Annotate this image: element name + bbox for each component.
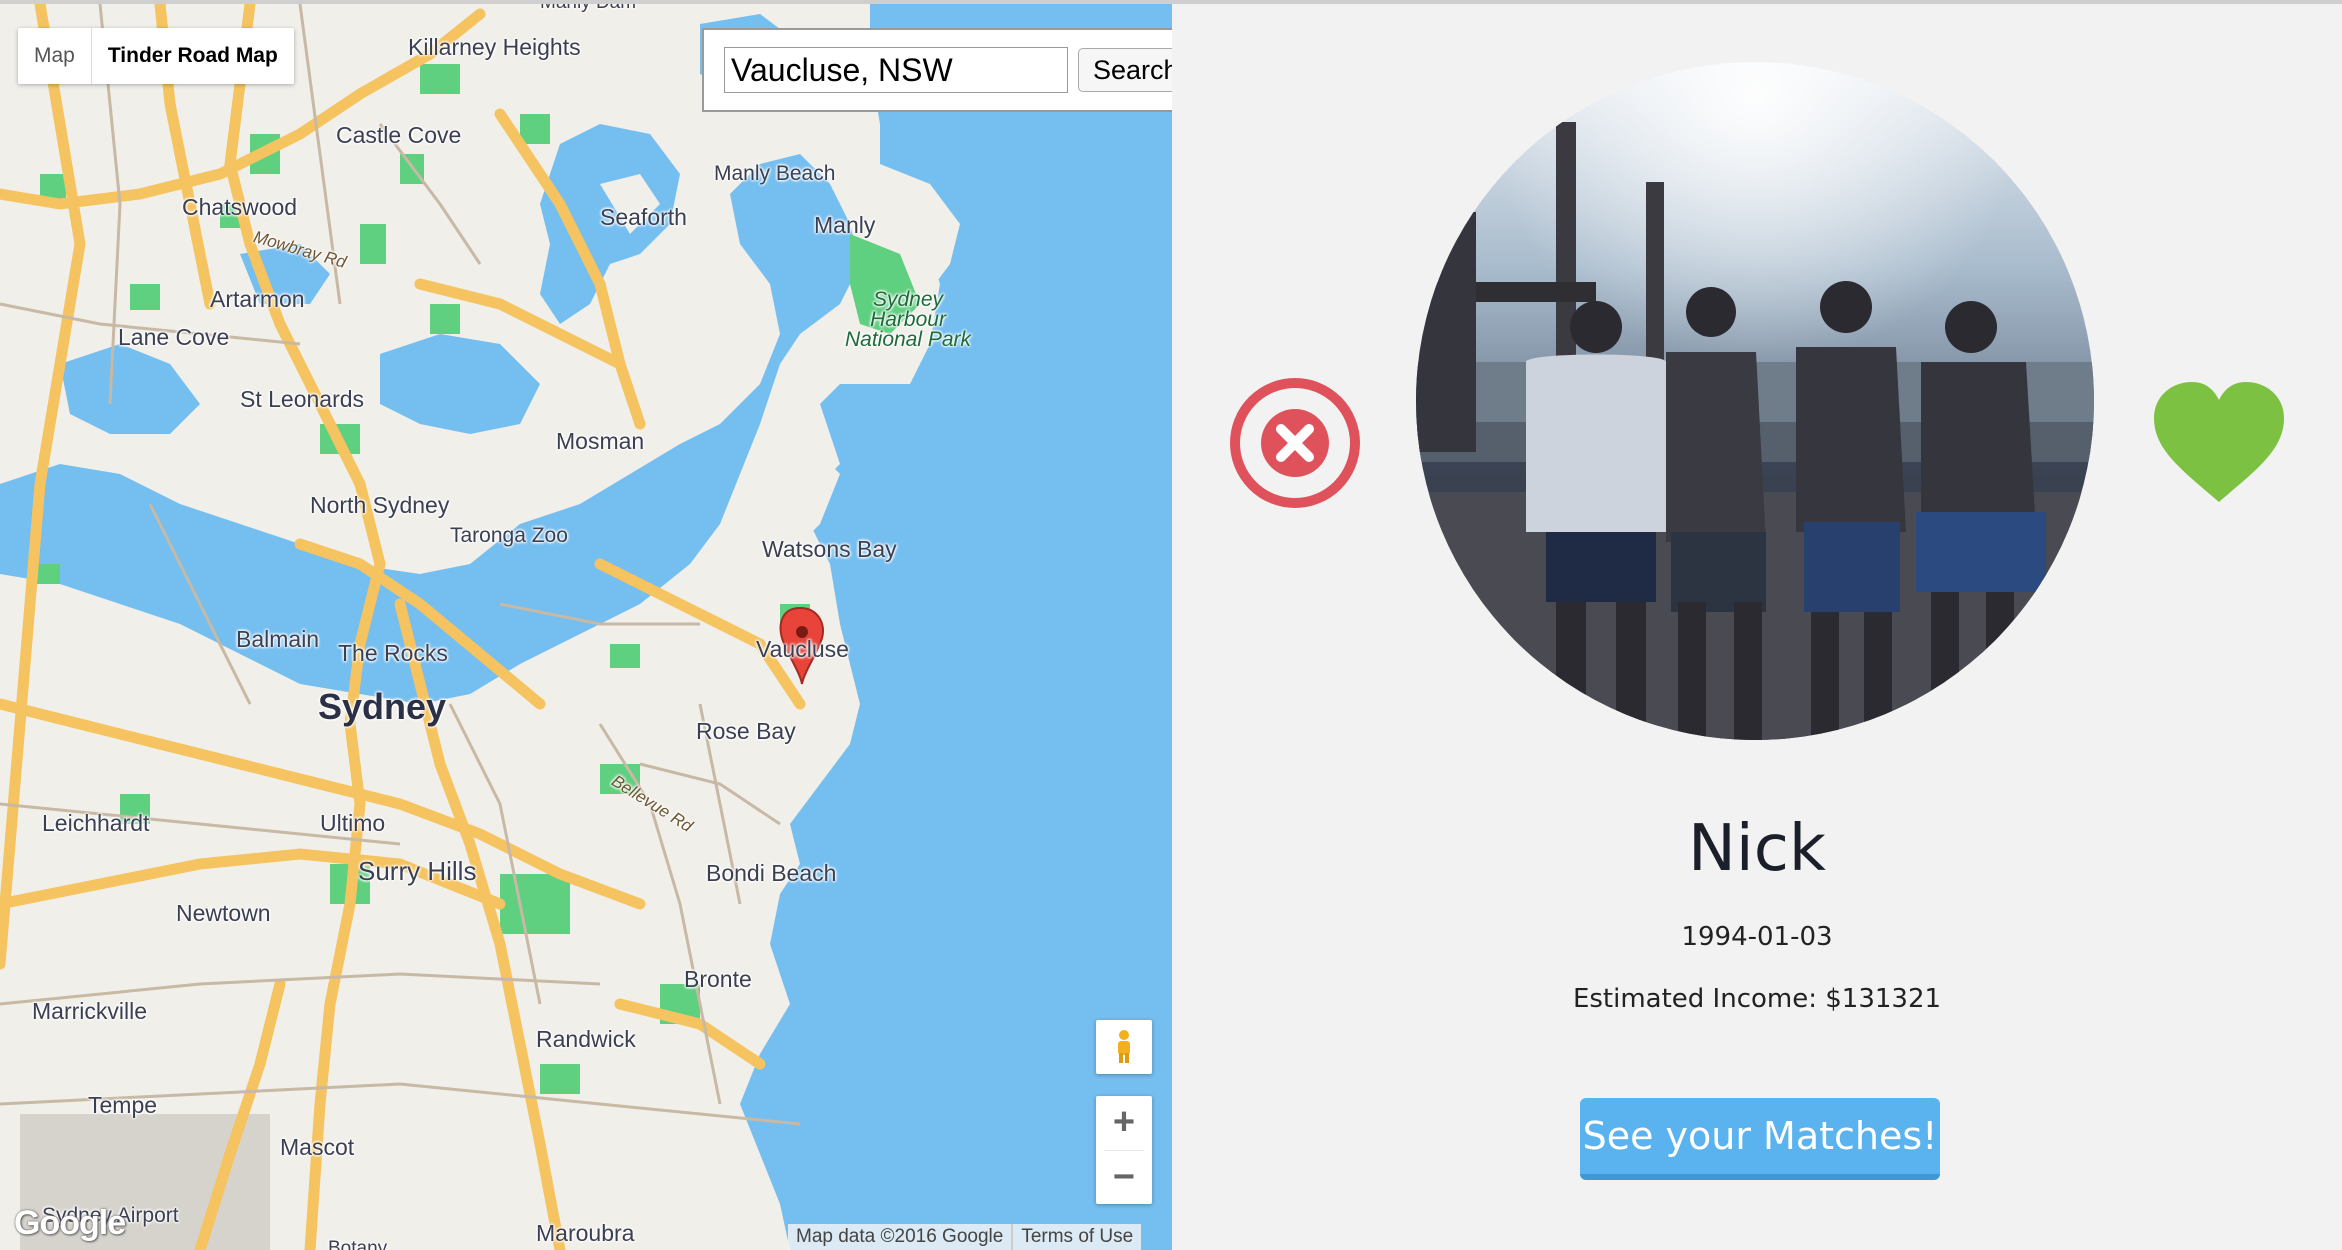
map-label-leichhardt: Leichhardt (42, 810, 150, 836)
map-label-randwick: Randwick (536, 1026, 636, 1052)
zoom-out-button[interactable]: − (1096, 1151, 1152, 1205)
street-view-pegman-icon[interactable] (1096, 1020, 1152, 1074)
map-label-sydney-harbour-np: Sydney Harbour National Park (844, 288, 972, 351)
map-label-lane-cove: Lane Cove (118, 324, 230, 350)
google-logo: Google (14, 1204, 126, 1242)
map-label-ultimo: Ultimo (320, 810, 386, 836)
map-label-bondi-beach: Bondi Beach (706, 860, 837, 886)
reject-button[interactable] (1230, 378, 1360, 508)
map-label-botany: Botany (328, 1238, 388, 1250)
map-label-taronga-zoo: Taronga Zoo (450, 524, 568, 547)
map-label-chatswood: Chatswood (182, 194, 298, 220)
map-label-castle-cove: Castle Cove (336, 122, 462, 148)
map-label-manly-beach: Manly Beach (714, 162, 836, 185)
map-label-balmain: Balmain (236, 626, 320, 652)
map-label-seaforth: Seaforth (600, 204, 687, 230)
map-label-mascot: Mascot (280, 1134, 355, 1160)
profile-photo (1416, 62, 2094, 740)
map-label-sydney: Sydney (318, 686, 447, 727)
map-label-surry-hills: Surry Hills (358, 856, 477, 886)
profile-pane: Nick 1994-01-03 Estimated Income: $13132… (1172, 4, 2342, 1250)
map-label-killarney: Killarney Heights (408, 34, 581, 60)
map-type-tinder-option[interactable]: Tinder Road Map (90, 28, 294, 84)
profile-dob: 1994-01-03 (1681, 922, 1833, 952)
map-attribution: Map data ©2016 Google Terms of Use (788, 1224, 1142, 1250)
see-matches-button[interactable]: See your Matches! (1580, 1098, 1940, 1180)
location-search-input[interactable] (724, 47, 1068, 93)
map-pane[interactable]: Killarney Heights Castle Cove Chatswood … (0, 4, 1172, 1250)
terms-of-use-link[interactable]: Terms of Use (1013, 1224, 1142, 1250)
map-label-mosman: Mosman (556, 428, 645, 454)
search-button[interactable]: Search (1078, 48, 1172, 92)
map-data-attribution: Map data ©2016 Google (788, 1224, 1012, 1250)
map-label-tempe: Tempe (88, 1092, 158, 1118)
map-label-marrickville: Marrickville (32, 998, 147, 1024)
map-search-box: Search (702, 28, 1172, 112)
map-label-rose-bay: Rose Bay (696, 718, 796, 744)
profile-name: Nick (1688, 812, 1826, 886)
map-label-maroubra: Maroubra (536, 1220, 635, 1246)
map-label-watsons-bay: Watsons Bay (762, 536, 897, 562)
map-label-artarmon: Artarmon (210, 286, 305, 312)
close-icon (1261, 409, 1329, 477)
map-label-the-rocks: The Rocks (338, 640, 448, 666)
map-label-bronte: Bronte (684, 966, 752, 992)
zoom-in-button[interactable]: + (1096, 1096, 1152, 1150)
map-label-vaucluse: Vaucluse (756, 636, 849, 662)
zoom-control: + − (1096, 1096, 1152, 1204)
map-label-manly-dam: Manly Dam (540, 4, 636, 14)
map-label-st-leonards: St Leonards (240, 386, 365, 412)
map-type-control: Map Tinder Road Map (18, 28, 294, 84)
map-canvas[interactable] (0, 4, 1172, 1250)
heart-icon[interactable] (2152, 380, 2286, 504)
map-label-north-sydney: North Sydney (310, 492, 450, 518)
map-label-newtown: Newtown (176, 900, 271, 926)
map-label-manly: Manly (814, 212, 876, 238)
map-type-map-option[interactable]: Map (18, 28, 91, 84)
profile-income: Estimated Income: $131321 (1572, 984, 1942, 1014)
